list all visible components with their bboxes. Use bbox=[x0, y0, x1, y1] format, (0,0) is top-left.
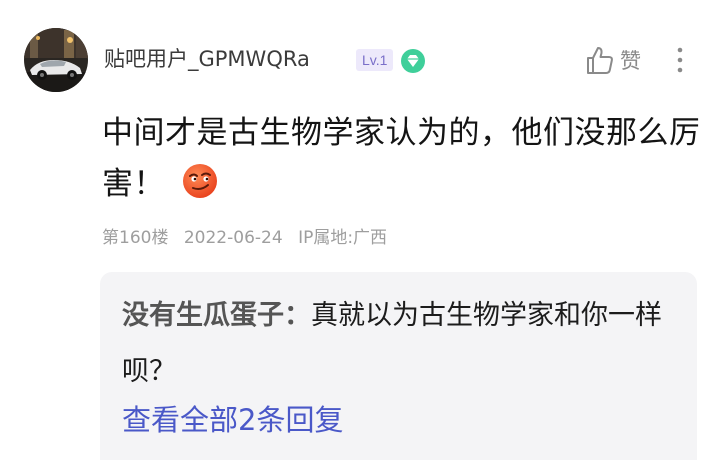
reply-text: 没有生瓜蛋子：真就以为古生物学家和你一样呗？ bbox=[122, 288, 682, 400]
gem-icon bbox=[401, 49, 425, 73]
reply-box[interactable]: 没有生瓜蛋子：真就以为古生物学家和你一样呗？ 查看全部2条回复 bbox=[100, 272, 697, 460]
username[interactable]: 贴吧用户_GPMWQRa bbox=[104, 44, 310, 74]
like-button[interactable]: 赞 bbox=[586, 42, 641, 78]
thumbs-up-icon bbox=[587, 47, 613, 74]
smirk-face-emoji-icon bbox=[183, 164, 217, 198]
view-all-replies-link[interactable]: 查看全部2条回复 bbox=[122, 398, 343, 442]
floor-number: 第160楼 bbox=[102, 228, 169, 248]
post-content: 中间才是古生物学家认为的，他们没那么厉害！ bbox=[102, 108, 702, 210]
post-date: 2022-06-24 bbox=[183, 228, 283, 248]
reply-author[interactable]: 没有生瓜蛋子： bbox=[122, 300, 311, 331]
post-meta: 第160楼 2022-06-24 IP属地:广西 bbox=[102, 226, 387, 250]
level-badge: Lv.1 bbox=[356, 49, 394, 71]
like-label: 赞 bbox=[620, 49, 641, 73]
avatar-image bbox=[24, 28, 88, 92]
more-vertical-icon[interactable] bbox=[670, 44, 690, 76]
ip-location: IP属地:广西 bbox=[298, 228, 388, 248]
avatar[interactable] bbox=[24, 28, 88, 92]
